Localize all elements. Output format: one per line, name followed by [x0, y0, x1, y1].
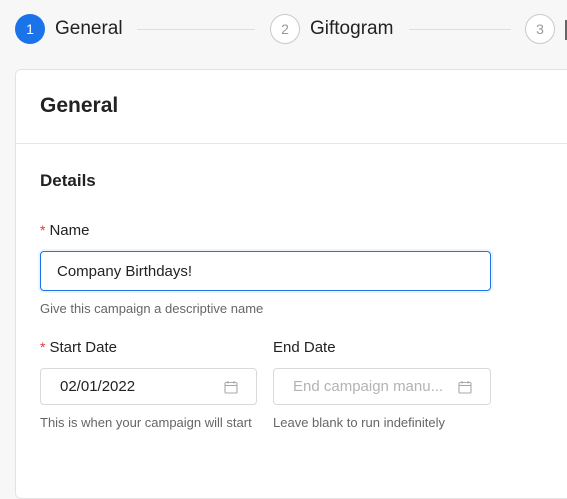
- name-input[interactable]: Company Birthdays!: [40, 251, 491, 291]
- step-number-1: 1: [15, 14, 45, 44]
- step-number-3: 3: [525, 14, 555, 44]
- name-help-text: Give this campaign a descriptive name: [40, 301, 264, 316]
- start-date-label-row: * Start Date: [40, 339, 117, 356]
- start-date-input[interactable]: 02/01/2022: [40, 368, 257, 405]
- end-date-input[interactable]: End campaign manu...: [273, 368, 491, 405]
- start-date-value: 02/01/2022: [60, 378, 136, 395]
- step-label-general: General: [55, 18, 123, 39]
- calendar-icon[interactable]: [224, 380, 238, 394]
- end-date-placeholder: End campaign manu...: [293, 378, 444, 395]
- step-3[interactable]: 3: [525, 14, 555, 44]
- required-marker: *: [40, 339, 46, 355]
- card-title: General: [40, 94, 119, 117]
- start-date-label: Start Date: [49, 339, 117, 356]
- stepper: 1 General 2 Giftogram 3: [0, 0, 567, 60]
- step-giftogram[interactable]: 2 Giftogram: [270, 14, 393, 44]
- name-input-value: Company Birthdays!: [57, 262, 193, 280]
- step-connector: [409, 29, 511, 30]
- section-title-details: Details: [40, 171, 96, 190]
- step-general[interactable]: 1 General: [15, 14, 123, 44]
- required-marker: *: [40, 222, 46, 238]
- name-label: Name: [49, 222, 90, 239]
- calendar-icon[interactable]: [458, 380, 472, 394]
- step-connector: [137, 29, 255, 30]
- step-label-giftogram: Giftogram: [310, 18, 394, 39]
- step-number-2: 2: [270, 14, 300, 44]
- end-date-label: End Date: [273, 339, 336, 356]
- start-date-help-text: This is when your campaign will start: [40, 415, 252, 430]
- end-date-help-text: Leave blank to run indefinitely: [273, 415, 446, 430]
- card-header: General: [16, 70, 567, 144]
- name-label-row: * Name: [40, 222, 89, 239]
